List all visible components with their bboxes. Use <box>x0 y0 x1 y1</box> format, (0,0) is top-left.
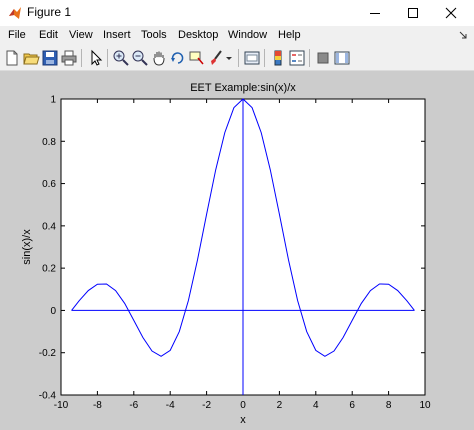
save-icon[interactable] <box>41 49 59 67</box>
close-icon <box>445 7 457 19</box>
x-tick-label: -4 <box>166 400 175 411</box>
show-plot-tools-icon[interactable] <box>333 49 351 67</box>
menu-bar: File Edit View Insert Tools Desktop Wind… <box>0 26 474 46</box>
menu-file[interactable]: File <box>8 29 26 41</box>
x-tick-label: 4 <box>313 400 319 411</box>
toolbar-separator <box>81 49 82 67</box>
brush-icon[interactable] <box>207 49 225 67</box>
y-tick-label: -0.2 <box>39 348 57 359</box>
new-figure-icon[interactable] <box>3 49 21 67</box>
brush-dropdown-icon[interactable] <box>224 49 234 67</box>
menu-desktop[interactable]: Desktop <box>178 29 218 41</box>
pointer-icon[interactable] <box>86 49 104 67</box>
x-tick-label: -8 <box>93 400 102 411</box>
toolbar-separator <box>107 49 108 67</box>
x-tick-label: -10 <box>54 400 69 411</box>
print-icon[interactable] <box>60 49 78 67</box>
maximize-icon <box>408 8 418 18</box>
hide-plot-tools-icon[interactable] <box>314 49 332 67</box>
x-tick-label: 8 <box>386 400 392 411</box>
y-tick-label: 0.6 <box>42 179 56 190</box>
minimize-button[interactable] <box>356 0 394 26</box>
menu-window[interactable]: Window <box>228 29 267 41</box>
minimize-icon <box>370 13 380 14</box>
toolbar-separator <box>238 49 239 67</box>
y-tick-label: 0.2 <box>42 264 56 275</box>
x-tick-label: -2 <box>202 400 211 411</box>
figure-canvas: -10 -8 -6 -4 -2 0 2 4 6 8 10 -0.4 -0.2 0 0.2 0.4 0.6 0.8 1… <box>0 71 474 430</box>
toolbar-separator <box>309 49 310 67</box>
insert-legend-icon[interactable] <box>288 49 306 67</box>
maximize-button[interactable] <box>394 0 432 26</box>
dock-figure-icon[interactable] <box>458 30 468 40</box>
pan-icon[interactable] <box>150 49 168 67</box>
window-title: Figure 1 <box>27 5 72 19</box>
x-tick-label: 2 <box>277 400 283 411</box>
matlab-logo-icon <box>9 7 21 19</box>
toolbar-separator <box>264 49 265 67</box>
menu-help[interactable]: Help <box>278 29 301 41</box>
insert-colorbar-icon[interactable] <box>269 49 287 67</box>
x-axis-label: x <box>240 414 246 426</box>
figure-toolbar <box>0 46 474 71</box>
menu-tools[interactable]: Tools <box>141 29 167 41</box>
plot-title: EET Example:sin(x)/x <box>190 82 296 94</box>
y-tick-label: 0 <box>50 306 56 317</box>
y-tick-label: -0.4 <box>39 391 57 402</box>
y-tick-label: 1 <box>50 95 56 106</box>
menu-edit[interactable]: Edit <box>39 29 58 41</box>
open-file-icon[interactable] <box>22 49 40 67</box>
zoom-out-icon[interactable] <box>131 49 149 67</box>
menu-insert[interactable]: Insert <box>103 29 131 41</box>
y-axis-label: sin(x)/x <box>21 229 33 265</box>
sinc-plot: -10 -8 -6 -4 -2 0 2 4 6 8 10 -0.4 -0.2 0 0.2 0.4 0.6 0.8 1… <box>21 82 431 426</box>
zoom-in-icon[interactable] <box>112 49 130 67</box>
data-cursor-icon[interactable] <box>188 49 206 67</box>
link-plot-icon[interactable] <box>243 49 261 67</box>
x-tick-label: 0 <box>240 400 246 411</box>
figure-window: Figure 1 File Edit View Insert Tools Des… <box>0 0 474 430</box>
x-tick-label: 6 <box>349 400 355 411</box>
x-tick-label: 10 <box>419 400 431 411</box>
close-button[interactable] <box>432 0 470 26</box>
title-bar[interactable]: Figure 1 <box>0 0 474 26</box>
y-tick-label: 0.8 <box>42 137 56 148</box>
rotate-icon[interactable] <box>169 49 187 67</box>
menu-view[interactable]: View <box>69 29 93 41</box>
x-tick-label: -6 <box>129 400 138 411</box>
y-tick-label: 0.4 <box>42 221 56 232</box>
